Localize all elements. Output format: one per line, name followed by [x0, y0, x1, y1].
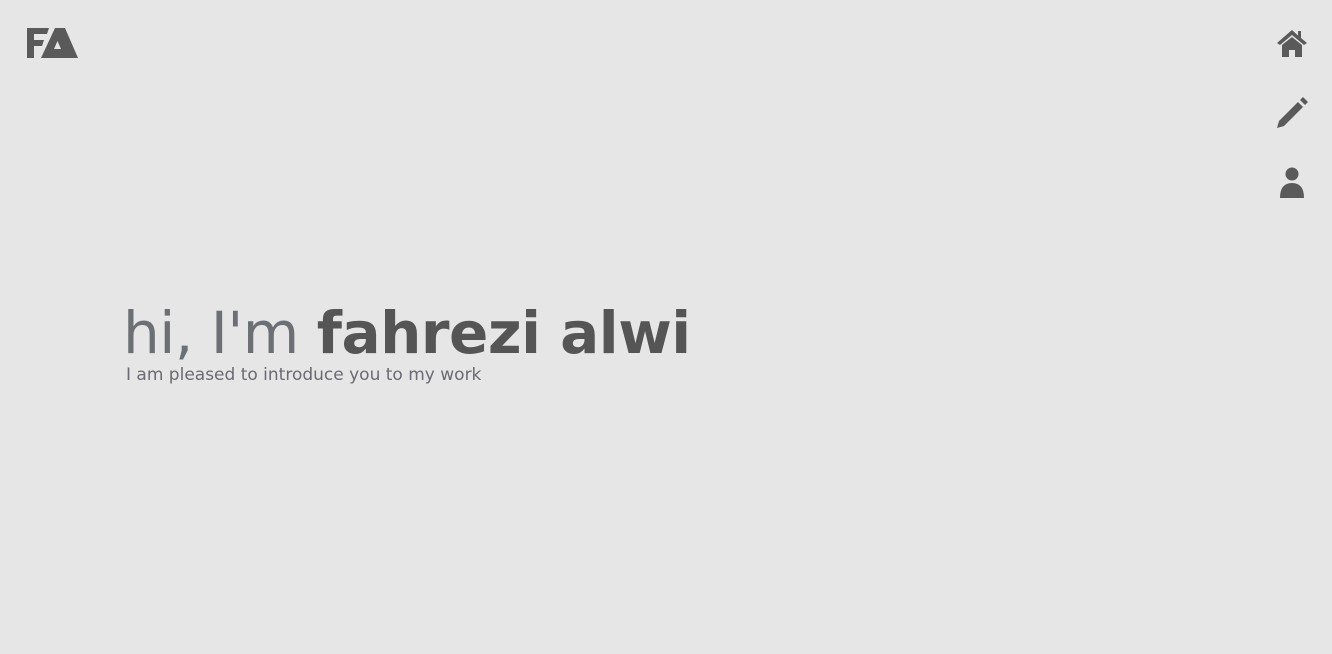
greeting: hi, I'm: [123, 299, 317, 367]
name: fahrezi alwi: [316, 299, 691, 367]
user-icon: [1280, 167, 1304, 198]
fa-logo[interactable]: [27, 28, 79, 58]
hero-subtitle: I am pleased to introduce you to my work: [126, 365, 482, 385]
pencil-icon: [1277, 97, 1308, 128]
side-nav: [1274, 26, 1310, 233]
home-icon: [1277, 30, 1307, 57]
nav-about[interactable]: [1274, 164, 1310, 200]
hero-title: hi, I'm fahrezi alwi: [123, 298, 691, 368]
nav-home[interactable]: [1274, 26, 1310, 62]
hero: hi, I'm fahrezi alwi I am pleased to int…: [123, 298, 691, 385]
nav-blog[interactable]: [1274, 95, 1310, 131]
